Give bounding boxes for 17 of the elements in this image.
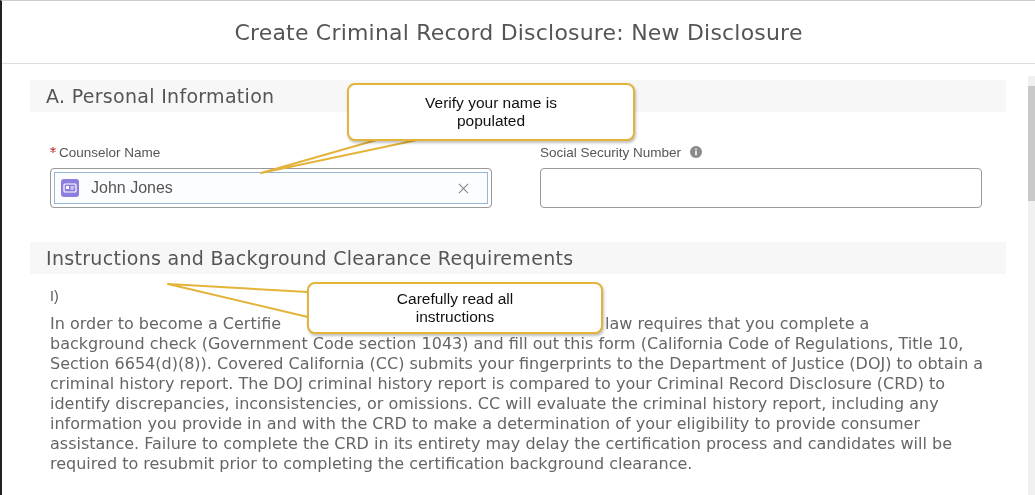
field-value: John Jones bbox=[91, 179, 173, 197]
contact-card-icon bbox=[61, 179, 79, 197]
item-label: I) bbox=[50, 288, 59, 304]
section-heading: Instructions and Background Clearance Requirements bbox=[46, 247, 574, 269]
paragraph-text: law requires that you complete a bbox=[605, 314, 870, 334]
paragraph-text: In order to become a Certifie bbox=[50, 314, 282, 334]
instructions-paragraph: background check (Government Code section 1043) and fill out this form (California Code of Regulations, Title 10, Section 6654(d)(8)). Covered California (CC) submits your fingerprints to the Department of Justice (DOJ) to obtain a criminal history report. The DOJ criminal history report is compared to your Criminal Record Disclosure (CRD) to identify discrepancies, inconsistencies, or omissions. CC will evaluate the criminal history report, including any information you provide in and with the CRD to make a determination of your eligibility to provide consumer assistance. Failure to complete the CRD in its entirety may delay the certification process and candidates will be required to resubmit prior to completing the certification background clearance. bbox=[50, 334, 985, 474]
lookup-field[interactable]: John Jones bbox=[50, 168, 492, 208]
scrollbar[interactable] bbox=[1028, 76, 1035, 495]
section-heading: A. Personal Information bbox=[46, 85, 275, 107]
info-icon[interactable] bbox=[690, 146, 703, 158]
ssn-field[interactable] bbox=[540, 168, 982, 208]
field-label: Counselor Name bbox=[59, 144, 161, 160]
window-title: Create Criminal Record Disclosure: New Disclosure bbox=[234, 19, 803, 45]
clear-icon[interactable] bbox=[458, 182, 469, 194]
field-label: Social Security Number bbox=[540, 144, 682, 160]
scrollbar-thumb[interactable] bbox=[1028, 86, 1035, 201]
